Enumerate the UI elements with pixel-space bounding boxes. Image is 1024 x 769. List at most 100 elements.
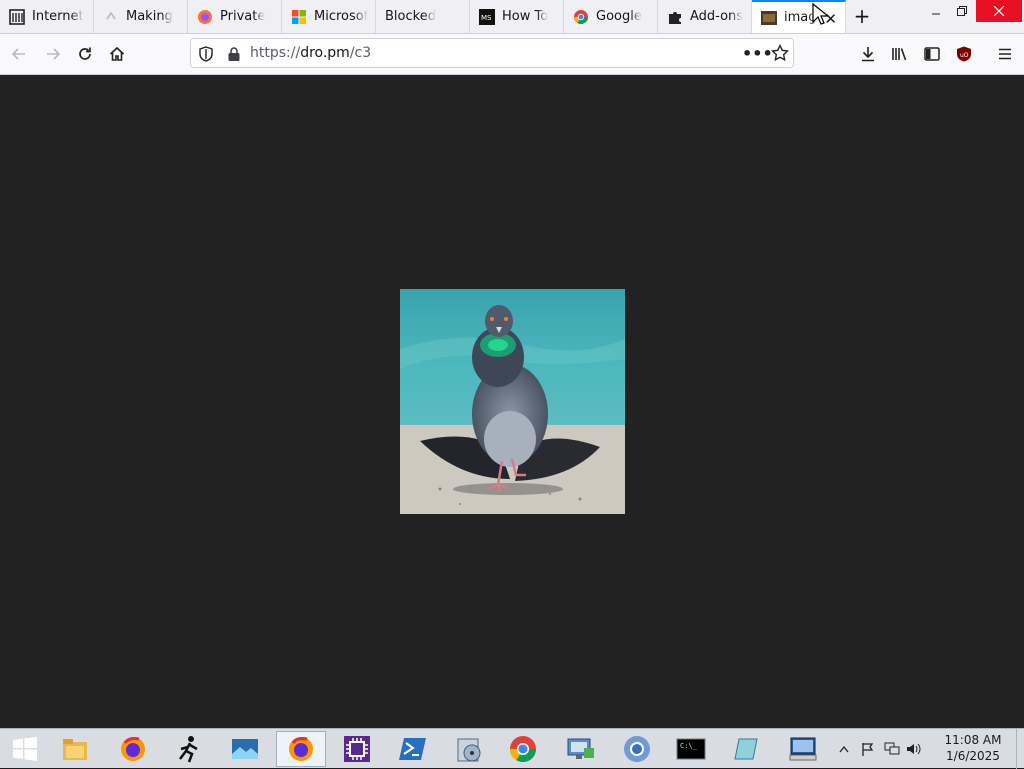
ublock-origin-icon: uO	[957, 46, 971, 62]
network-icon	[567, 738, 594, 759]
network-status-icon[interactable]	[884, 741, 900, 757]
terminal-button[interactable]: C:\_	[666, 731, 716, 767]
image-icon	[761, 10, 777, 26]
tab-making[interactable]: Making	[94, 0, 188, 33]
firefox-active-button[interactable]	[276, 731, 326, 767]
notepad-button[interactable]	[722, 731, 772, 767]
page-actions-icon[interactable]: •••	[742, 44, 773, 63]
chrome-button[interactable]	[498, 731, 548, 767]
network-app-button[interactable]	[556, 731, 606, 767]
download-icon	[862, 47, 874, 62]
file-explorer-button[interactable]	[50, 731, 100, 767]
forward-button[interactable]	[40, 41, 66, 67]
reload-icon	[79, 47, 91, 60]
tab-internet[interactable]: Internet	[0, 0, 94, 33]
ms-icon: MS	[479, 8, 495, 25]
image-viewer	[0, 75, 1024, 728]
ublock-button[interactable]: uO	[951, 41, 977, 67]
clock-time: 11:08 AM	[944, 733, 1002, 747]
menu-button[interactable]	[992, 41, 1018, 67]
show-desktop-button[interactable]	[1016, 729, 1024, 769]
chrome-icon	[509, 736, 537, 763]
lock-icon[interactable]	[227, 46, 241, 66]
bookmark-star-icon[interactable]	[770, 43, 790, 66]
shield-icon[interactable]	[199, 46, 213, 66]
tab-title: Private	[220, 9, 266, 24]
flag-icon[interactable]	[860, 741, 876, 757]
tab-microsoft[interactable]: Microsof	[282, 0, 376, 33]
reload-button[interactable]	[72, 41, 98, 67]
microsoft-icon	[291, 9, 307, 25]
chromium-button[interactable]	[612, 731, 662, 767]
svg-text:uO: uO	[960, 52, 969, 59]
home-button[interactable]	[104, 41, 130, 67]
url-path: /c3	[349, 45, 372, 61]
url-text[interactable]: https://dro.pm/c3	[250, 45, 371, 61]
powershell-button[interactable]	[388, 731, 438, 767]
powershell-icon	[399, 738, 426, 760]
library-button[interactable]	[887, 41, 913, 67]
show-hidden-icons-button[interactable]	[836, 741, 852, 757]
sidebar-button[interactable]	[919, 41, 945, 67]
terminal-icon: C:\_	[676, 738, 706, 760]
forward-arrow-icon	[47, 48, 61, 60]
photos-button[interactable]	[220, 731, 270, 767]
chip-icon	[344, 736, 370, 762]
tab-private[interactable]: Private	[188, 0, 282, 33]
firefox-icon	[289, 737, 313, 761]
mouse-cursor-icon	[812, 3, 828, 25]
remote-desktop-button[interactable]	[778, 731, 828, 767]
puzzle-icon	[667, 9, 683, 25]
taskbar: C:\_ 11:08 AM 1/6/2025	[0, 728, 1024, 769]
new-tab-button[interactable]: +	[852, 6, 872, 26]
pigeon-photo[interactable]	[400, 289, 625, 514]
tab-blocked[interactable]: Blocked	[376, 0, 470, 33]
hamburger-menu-icon	[999, 48, 1011, 60]
tab-image-active[interactable]: imag ✕	[752, 0, 846, 33]
tab-how-to[interactable]: MS How To	[470, 0, 564, 33]
back-button[interactable]	[6, 41, 32, 67]
start-button[interactable]	[0, 731, 50, 767]
sidebar-icon	[924, 47, 940, 61]
home-icon	[109, 46, 125, 61]
url-bar[interactable]: https://dro.pm/c3 •••	[190, 38, 794, 68]
url-scheme: https://	[250, 45, 301, 61]
firefox-icon	[121, 737, 145, 761]
taskbar-clock[interactable]: 11:08 AM 1/6/2025	[936, 732, 1010, 764]
tab-title: Making	[126, 9, 173, 24]
tab-title: How To	[502, 9, 549, 24]
archive-icon	[9, 8, 25, 25]
tab-add-ons[interactable]: Add-ons	[658, 0, 752, 33]
tab-title: Microsof	[314, 9, 369, 24]
notepad-icon	[734, 738, 758, 760]
svg-text:C:\_: C:\_	[680, 742, 698, 750]
runner-button[interactable]	[164, 731, 214, 767]
back-arrow-icon	[11, 48, 25, 60]
runner-icon	[179, 736, 198, 763]
disk-icon	[457, 738, 481, 762]
tab-strip: Internet Making Private Microsof Blocked…	[0, 0, 1024, 34]
chromium-icon	[624, 736, 650, 762]
navigation-toolbar: https://dro.pm/c3 ••• uO	[0, 34, 1024, 75]
firefox-icon	[197, 9, 213, 25]
firefox-taskbar-button[interactable]	[108, 731, 158, 767]
svg-text:MS: MS	[481, 14, 492, 22]
google-icon	[573, 9, 589, 25]
tab-title: Google	[596, 9, 642, 24]
volume-icon[interactable]	[906, 741, 922, 757]
photos-icon	[232, 739, 258, 759]
restore-button[interactable]	[946, 0, 978, 22]
file-explorer-icon	[63, 739, 87, 760]
tab-title: Blocked	[385, 9, 436, 24]
disk-app-button[interactable]	[444, 731, 494, 767]
tab-google[interactable]: Google	[564, 0, 658, 33]
tab-title: Internet	[32, 9, 84, 24]
tab-title: Add-ons	[690, 9, 744, 24]
chip-app-button[interactable]	[332, 731, 382, 767]
remote-desktop-icon	[789, 737, 817, 761]
library-icon	[892, 48, 907, 61]
close-window-button[interactable]	[976, 0, 1022, 22]
clock-date: 1/6/2025	[946, 749, 1000, 763]
wordpress-icon	[103, 9, 119, 25]
downloads-button[interactable]	[855, 41, 881, 67]
